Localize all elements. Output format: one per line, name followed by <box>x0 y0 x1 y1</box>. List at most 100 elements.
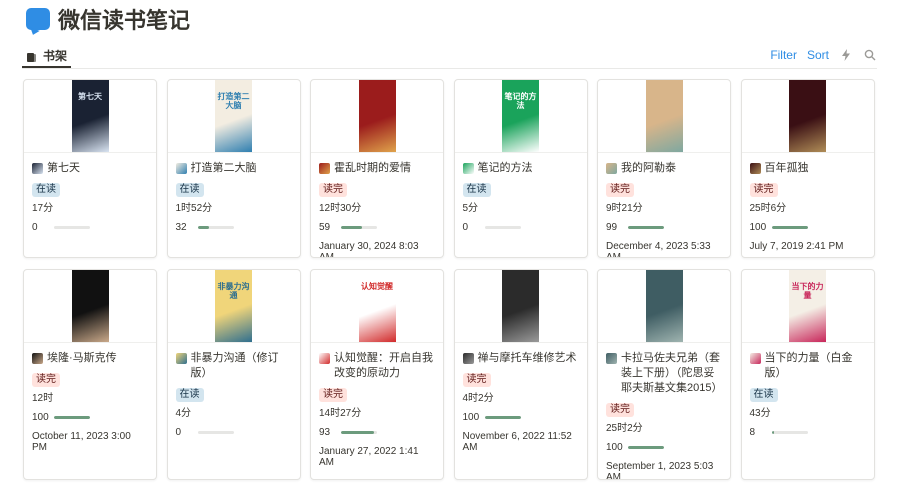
cover-title: 认知觉醒 <box>361 282 393 291</box>
progress-value: 0 <box>175 427 182 438</box>
reading-time: 25时2分 <box>606 423 643 434</box>
progress-bar <box>341 226 377 229</box>
search-icon[interactable] <box>863 48 877 62</box>
view-bar: 书架 Filter Sort <box>22 44 877 69</box>
tab-bookshelf[interactable]: 书架 <box>22 44 72 68</box>
book-title: 我的阿勒泰 <box>621 162 676 174</box>
reading-time: 43分 <box>749 408 771 419</box>
progress-value: 0 <box>462 222 469 233</box>
sort-button[interactable]: Sort <box>807 48 829 62</box>
cover-area <box>598 270 730 343</box>
cover-title: 第七天 <box>78 92 102 101</box>
reading-time: 4分 <box>175 408 192 419</box>
cover-title: 笔记的方法 <box>504 92 537 110</box>
book-title: 卡拉马佐夫兄弟（套装上下册）（陀思妥耶夫斯基文集2015） <box>621 352 723 394</box>
progress: 100 <box>463 412 579 423</box>
book-title: 打造第二大脑 <box>190 162 257 174</box>
book-cover: 打造第二大脑 <box>215 80 252 152</box>
progress-fill <box>54 416 90 419</box>
book-card[interactable]: 当下的力量 当下的力量（白金版） 在读 43分 8 <box>740 269 875 480</box>
finished-date: January 27, 2022 1:41 AM <box>319 446 419 468</box>
book-title: 当下的力量（白金版） <box>764 352 853 379</box>
book-card[interactable]: 禅与摩托车维修艺术 读完 4时2分 100 November 6, 2022 1… <box>453 269 588 480</box>
progress-bar <box>771 226 808 229</box>
book-title: 第七天 <box>47 162 80 174</box>
book-title: 百年孤独 <box>764 162 809 174</box>
book-card[interactable]: 霍乱时期的爱情 读完 12时30分 59 January 30, 2024 8:… <box>310 79 444 258</box>
status-badge: 读完 <box>319 388 347 402</box>
book-cover <box>71 270 109 342</box>
book-cover <box>645 270 683 342</box>
cover-area: 打造第二大脑 <box>167 80 300 153</box>
progress-value: 0 <box>32 222 38 233</box>
filter-button[interactable]: Filter <box>770 48 797 62</box>
book-title: 认知觉醒：开启自我改变的原动力 <box>334 352 433 379</box>
cover-area <box>24 270 156 343</box>
book-card[interactable]: 埃隆·马斯克传 读完 12时 100 October 11, 2023 3:00… <box>23 269 157 480</box>
cover-area: 第七天 <box>24 80 156 153</box>
finished-date: January 30, 2024 8:03 AM <box>319 241 419 258</box>
status-badge: 读完 <box>32 373 60 387</box>
book-card[interactable]: 我的阿勒泰 读完 9时21分 99 December 4, 2023 5:33 … <box>597 79 731 258</box>
book-thumbnail-icon <box>32 353 43 364</box>
cover-area: 当下的力量 <box>741 270 874 343</box>
book-cover: 笔记的方法 <box>502 80 539 152</box>
book-title: 霍乱时期的爱情 <box>334 162 411 174</box>
book-cover <box>789 80 826 152</box>
book-card[interactable]: 卡拉马佐夫兄弟（套装上下册）（陀思妥耶夫斯基文集2015） 读完 25时2分 1… <box>597 269 731 480</box>
chat-bubble-icon <box>26 8 50 30</box>
reading-time: 1时52分 <box>175 203 213 214</box>
progress: 100 <box>750 222 866 233</box>
progress-bar <box>54 226 90 229</box>
progress: 0 <box>32 222 148 233</box>
status-badge: 读完 <box>462 373 491 387</box>
book-thumbnail-icon <box>462 163 474 174</box>
reading-time: 12时 <box>32 393 54 404</box>
book-card[interactable]: 百年孤独 读完 25时6分 100 July 7, 2019 2:41 PM <box>740 79 875 258</box>
book-card[interactable]: 非暴力沟通 非暴力沟通（修订版） 在读 4分 0 <box>166 269 301 480</box>
reading-time: 12时30分 <box>319 203 362 214</box>
book-thumbnail-icon <box>606 163 617 174</box>
book-cover: 认知觉醒 <box>358 270 396 342</box>
progress-bar <box>484 416 521 419</box>
book-thumbnail-icon <box>749 353 761 364</box>
progress: 59 <box>319 222 435 233</box>
book-card[interactable]: 笔记的方法 笔记的方法 在读 5分 0 <box>453 79 588 258</box>
book-cover <box>358 80 396 152</box>
progress-value: 32 <box>175 222 187 233</box>
book-title: 禅与摩托车维修艺术 <box>477 352 577 364</box>
progress-fill <box>484 416 521 419</box>
progress-bar <box>628 226 664 229</box>
progress-value: 99 <box>606 222 618 233</box>
finished-date: September 1, 2023 5:03 AM <box>606 461 714 480</box>
book-title: 埃隆·马斯克传 <box>47 352 117 364</box>
status-badge: 读完 <box>749 183 778 197</box>
book-cover: 非暴力沟通 <box>215 270 252 342</box>
book-card[interactable]: 打造第二大脑 打造第二大脑 在读 1时52分 32 <box>166 79 301 258</box>
progress-bar <box>54 416 90 419</box>
progress-bar <box>484 226 521 229</box>
status-badge: 读完 <box>319 183 347 197</box>
lightning-icon[interactable] <box>839 48 853 62</box>
book-card[interactable]: 第七天 第七天 在读 17分 0 <box>23 79 157 258</box>
cover-area <box>598 80 730 153</box>
cover-area: 笔记的方法 <box>454 80 587 153</box>
status-badge: 在读 <box>175 388 204 402</box>
book-card[interactable]: 认知觉醒 认知觉醒：开启自我改变的原动力 读完 14时27分 93 Januar… <box>310 269 444 480</box>
progress-fill <box>771 431 775 434</box>
progress: 100 <box>32 412 148 423</box>
cover-area: 非暴力沟通 <box>167 270 300 343</box>
reading-time: 14时27分 <box>319 408 362 419</box>
cover-area <box>454 270 587 343</box>
book-cover: 第七天 <box>71 80 109 152</box>
book-thumbnail-icon <box>32 163 43 174</box>
progress-value: 100 <box>32 412 49 423</box>
progress-fill <box>341 431 375 434</box>
status-badge: 在读 <box>32 183 60 197</box>
finished-date: November 6, 2022 11:52 AM <box>462 431 572 453</box>
cover-area <box>311 80 443 153</box>
progress: 8 <box>750 427 866 438</box>
finished-date: December 4, 2023 5:33 AM <box>606 241 711 258</box>
progress-value: 8 <box>749 427 756 438</box>
progress-bar <box>628 446 664 449</box>
